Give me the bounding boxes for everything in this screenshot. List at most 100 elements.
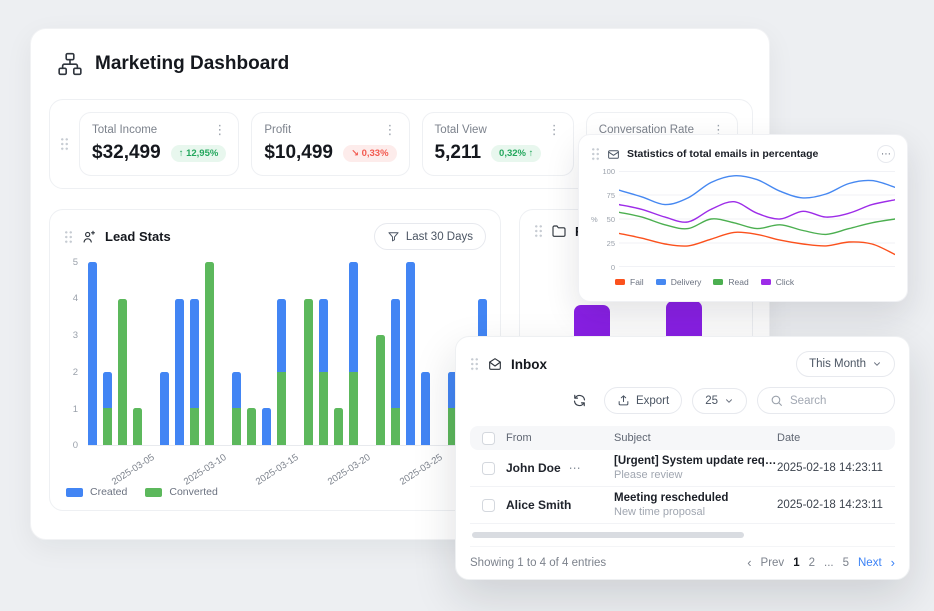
lead-stats-header: Lead Stats Last 30 Days — [50, 210, 500, 250]
export-label: Export — [636, 395, 669, 407]
email-stats-card: Statistics of total emails in percentage… — [578, 134, 908, 302]
legend-item: Read — [713, 277, 748, 287]
page-header: Marketing Dashboard — [57, 51, 289, 77]
email-stats-title: Statistics of total emails in percentage — [627, 148, 818, 160]
lead-plot: 2025-03-052025-03-102025-03-152025-03-20… — [88, 262, 490, 446]
bar — [175, 262, 184, 445]
scrollbar-thumb[interactable] — [472, 532, 744, 538]
drag-handle-icon[interactable] — [470, 357, 479, 371]
folder-icon — [551, 223, 567, 239]
next-chevron-icon[interactable]: › — [891, 555, 895, 570]
bar — [304, 262, 313, 445]
drag-handle-icon[interactable] — [534, 224, 543, 238]
stat-label: Total View — [435, 124, 487, 136]
prev-chevron-icon[interactable]: ‹ — [747, 555, 751, 570]
row-checkbox[interactable] — [482, 462, 495, 475]
table-row[interactable]: Alice Smith Meeting rescheduled New time p… — [470, 487, 895, 524]
bar — [190, 262, 199, 445]
legend-label: Converted — [169, 486, 217, 498]
period-filter-label: This Month — [809, 358, 866, 370]
stat-card: Total Income⋮$32,499↑ 12,95% — [79, 112, 239, 176]
next-button[interactable]: Next — [858, 557, 882, 569]
page-number[interactable]: 2 — [809, 557, 815, 569]
stat-label: Total Income — [92, 124, 157, 136]
kebab-menu-icon[interactable]: ⋮ — [213, 123, 226, 136]
inbox-toolbar: Export 25 — [470, 387, 895, 414]
bar — [376, 262, 385, 445]
lead-bars — [88, 262, 490, 446]
date-filter-label: Last 30 Days — [406, 231, 473, 243]
legend-item: Click — [761, 277, 794, 287]
inbox-table-body: John Doe ⋯ [Urgent] System update required… — [470, 450, 895, 524]
legend-label: Fail — [630, 277, 644, 287]
lead-legend: Created Converted — [66, 486, 218, 498]
bar — [247, 262, 256, 445]
x-tick-label: 2025-03-25 — [398, 452, 445, 488]
legend-swatch — [713, 279, 723, 285]
bar — [88, 262, 97, 445]
page-title: Marketing Dashboard — [95, 53, 289, 75]
refresh-button[interactable] — [566, 388, 594, 414]
bar — [103, 262, 112, 445]
table-row[interactable]: John Doe ⋯ [Urgent] System update required… — [470, 450, 895, 487]
trend-badge: ↘ 0,33% — [343, 145, 397, 162]
email-line-chart: % 1007550250 — [591, 171, 895, 267]
kebab-menu-icon[interactable]: ⋮ — [548, 123, 561, 136]
bar — [160, 262, 169, 445]
prev-button[interactable]: Prev — [761, 557, 785, 569]
email-stats-menu-button[interactable]: ⋯ — [877, 145, 895, 163]
page-number[interactable]: 1 — [793, 557, 799, 569]
email-subject: [Urgent] System update required — [614, 455, 777, 467]
inbox-card: Inbox This Month — [455, 336, 910, 580]
sender-name: John Doe — [506, 461, 561, 475]
row-menu-button[interactable]: ⋯ — [569, 461, 581, 475]
panel-title: Lead Stats — [105, 229, 171, 244]
inbox-table-header: From Subject Date — [470, 426, 895, 450]
legend-item: Converted — [145, 486, 217, 498]
x-tick-label: 2025-03-20 — [326, 452, 373, 488]
kebab-menu-icon[interactable]: ⋮ — [384, 123, 397, 136]
legend-label: Read — [728, 277, 748, 287]
page-number[interactable]: 5 — [843, 557, 849, 569]
email-subject: Meeting rescheduled — [614, 492, 777, 504]
period-filter-button[interactable]: This Month — [796, 351, 895, 377]
lead-stats-icon — [81, 229, 97, 245]
stat-value: $32,499 — [92, 142, 161, 164]
inbox-icon — [487, 356, 503, 372]
legend-item: Fail — [615, 277, 644, 287]
stat-card: Profit ⋮ $10,499 ↘ 0,33% — [251, 112, 409, 176]
legend-item: Created — [66, 486, 127, 498]
legend-label: Delivery — [671, 277, 702, 287]
export-icon — [617, 394, 630, 407]
chevron-down-icon — [872, 359, 882, 369]
row-checkbox[interactable] — [482, 499, 495, 512]
page-size-value: 25 — [705, 395, 718, 407]
inbox-title: Inbox — [511, 357, 547, 372]
legend-swatch — [66, 488, 83, 497]
bar — [118, 262, 127, 445]
drag-handle-icon[interactable] — [64, 230, 73, 244]
email-date: 2025-02-18 14:23:11 — [777, 462, 895, 474]
trend-badge: 0,32% ↑ — [491, 145, 541, 162]
sender-name: Alice Smith — [506, 498, 571, 512]
bar-group — [304, 262, 358, 445]
stat-value: 5,211 — [435, 142, 482, 164]
stat-value: $10,499 — [264, 142, 333, 164]
funnel-icon — [387, 230, 400, 243]
export-button[interactable]: Export — [604, 387, 682, 414]
search-input[interactable] — [790, 395, 882, 407]
column-header-date: Date — [777, 432, 895, 444]
y-axis-label: % — [591, 215, 598, 224]
select-all-checkbox[interactable] — [482, 432, 495, 445]
stat-label: Profit — [264, 124, 291, 136]
page-size-select[interactable]: 25 — [692, 388, 747, 414]
pagination: ‹ Prev 12...5 Next › — [747, 555, 895, 570]
drag-handle-icon[interactable] — [591, 147, 600, 161]
refresh-icon — [572, 393, 587, 408]
envelope-icon — [607, 148, 620, 161]
legend-swatch — [615, 279, 625, 285]
date-filter-button[interactable]: Last 30 Days — [374, 223, 486, 250]
email-preview: New time proposal — [614, 506, 777, 518]
drag-handle-icon[interactable] — [60, 137, 69, 151]
x-tick-label: 2025-03-15 — [254, 452, 301, 488]
